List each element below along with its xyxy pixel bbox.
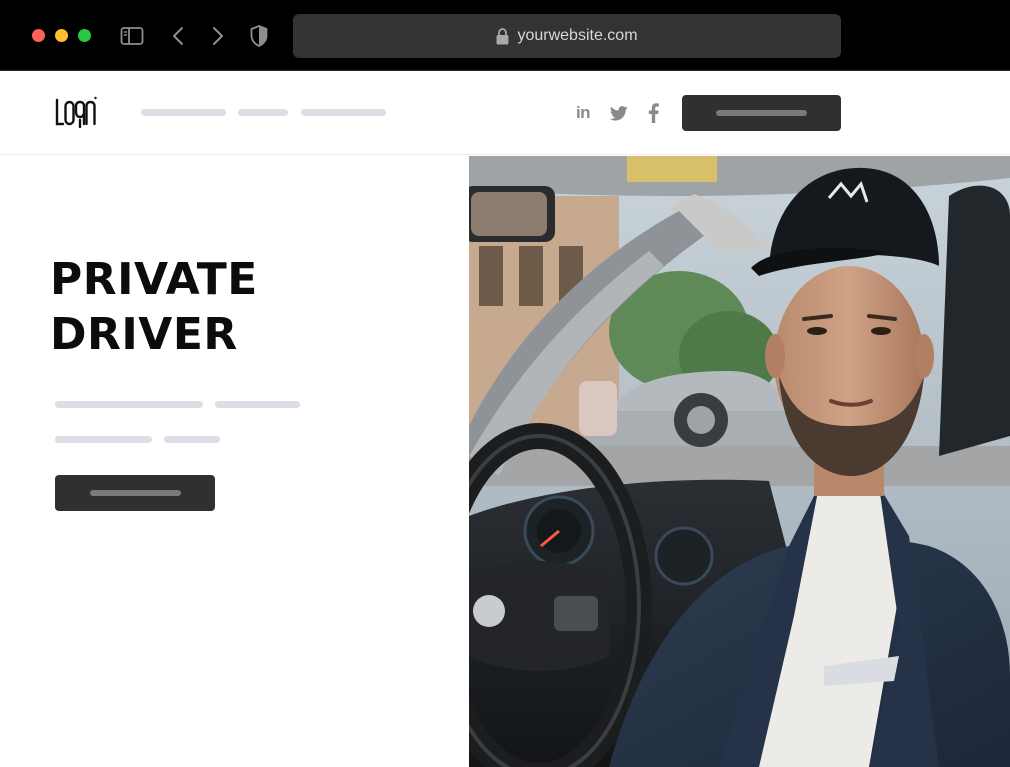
text-placeholder-line <box>215 401 300 408</box>
shield-icon[interactable] <box>249 23 269 49</box>
minimize-window-button[interactable] <box>55 29 68 42</box>
twitter-icon[interactable] <box>608 102 630 124</box>
nav-link-1[interactable] <box>141 109 226 116</box>
header-cta-button[interactable] <box>682 95 841 131</box>
back-icon[interactable] <box>170 23 186 49</box>
maximize-window-button[interactable] <box>78 29 91 42</box>
lock-icon <box>496 27 509 45</box>
close-window-button[interactable] <box>32 29 45 42</box>
driver-photo <box>469 156 1010 767</box>
hero-title-line-2: DRIVER <box>50 309 238 360</box>
facebook-icon[interactable] <box>642 102 664 124</box>
text-placeholder-line <box>55 436 152 443</box>
hero-title: PRIVATE DRIVER <box>50 252 258 362</box>
hero-title-line-1: PRIVATE <box>50 254 258 305</box>
nav-link-3[interactable] <box>301 109 386 116</box>
linkedin-icon[interactable]: in <box>572 102 594 124</box>
logo[interactable] <box>55 96 97 130</box>
text-placeholder-line <box>164 436 220 443</box>
text-placeholder-line <box>55 401 203 408</box>
forward-icon[interactable] <box>210 23 226 49</box>
hero-cta-label-placeholder <box>90 490 181 496</box>
nav-link-2[interactable] <box>238 109 288 116</box>
site-header: in <box>0 71 1010 155</box>
hero-cta-button[interactable] <box>55 475 215 511</box>
linkedin-label: in <box>575 103 591 122</box>
browser-toolbar: yourwebsite.com <box>0 0 1010 71</box>
address-bar[interactable]: yourwebsite.com <box>293 14 841 58</box>
sidebar-icon[interactable] <box>120 23 144 49</box>
header-cta-label-placeholder <box>716 110 807 116</box>
url-text: yourwebsite.com <box>517 27 638 44</box>
